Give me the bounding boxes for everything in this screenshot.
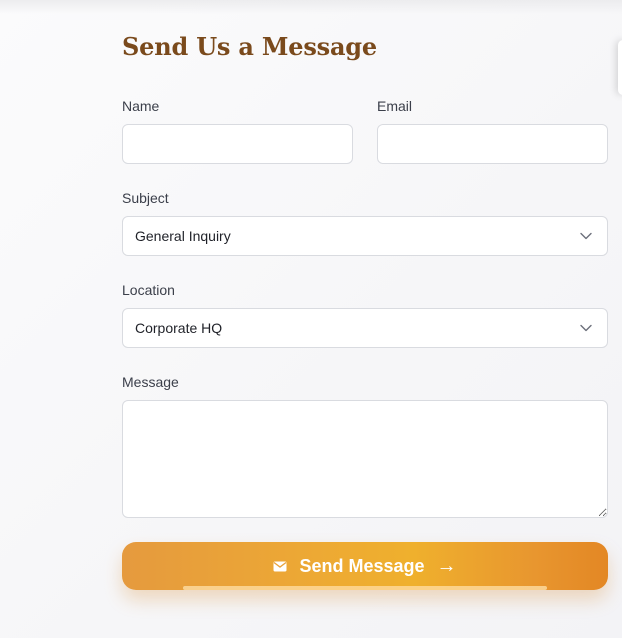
contact-page: Send Us a Message Name Email Subject Gen…	[0, 0, 622, 638]
location-value: Corporate HQ	[135, 320, 223, 336]
side-panel-edge	[618, 40, 622, 95]
email-field[interactable]	[377, 124, 608, 164]
name-label: Name	[122, 98, 160, 114]
message-textarea[interactable]	[122, 400, 608, 518]
subject-value: General Inquiry	[135, 228, 231, 244]
name-field[interactable]	[122, 124, 353, 164]
mail-icon	[273, 561, 287, 572]
location-label: Location	[122, 282, 175, 298]
location-select[interactable]: Corporate HQ	[122, 308, 608, 348]
arrow-right-icon: →	[436, 554, 457, 577]
form-title: Send Us a Message	[122, 32, 377, 61]
send-message-label: Send Message	[299, 555, 425, 576]
email-label: Email	[377, 98, 413, 114]
message-label: Message	[122, 374, 179, 390]
top-shadow	[0, 0, 622, 14]
subject-label: Subject	[122, 190, 169, 206]
button-underline-glow	[183, 586, 547, 590]
chevron-down-icon	[579, 229, 593, 243]
chevron-down-icon	[579, 321, 593, 335]
send-message-button[interactable]: Send Message →	[122, 542, 608, 590]
subject-select[interactable]: General Inquiry	[122, 216, 608, 256]
message-wrapper	[122, 400, 608, 518]
